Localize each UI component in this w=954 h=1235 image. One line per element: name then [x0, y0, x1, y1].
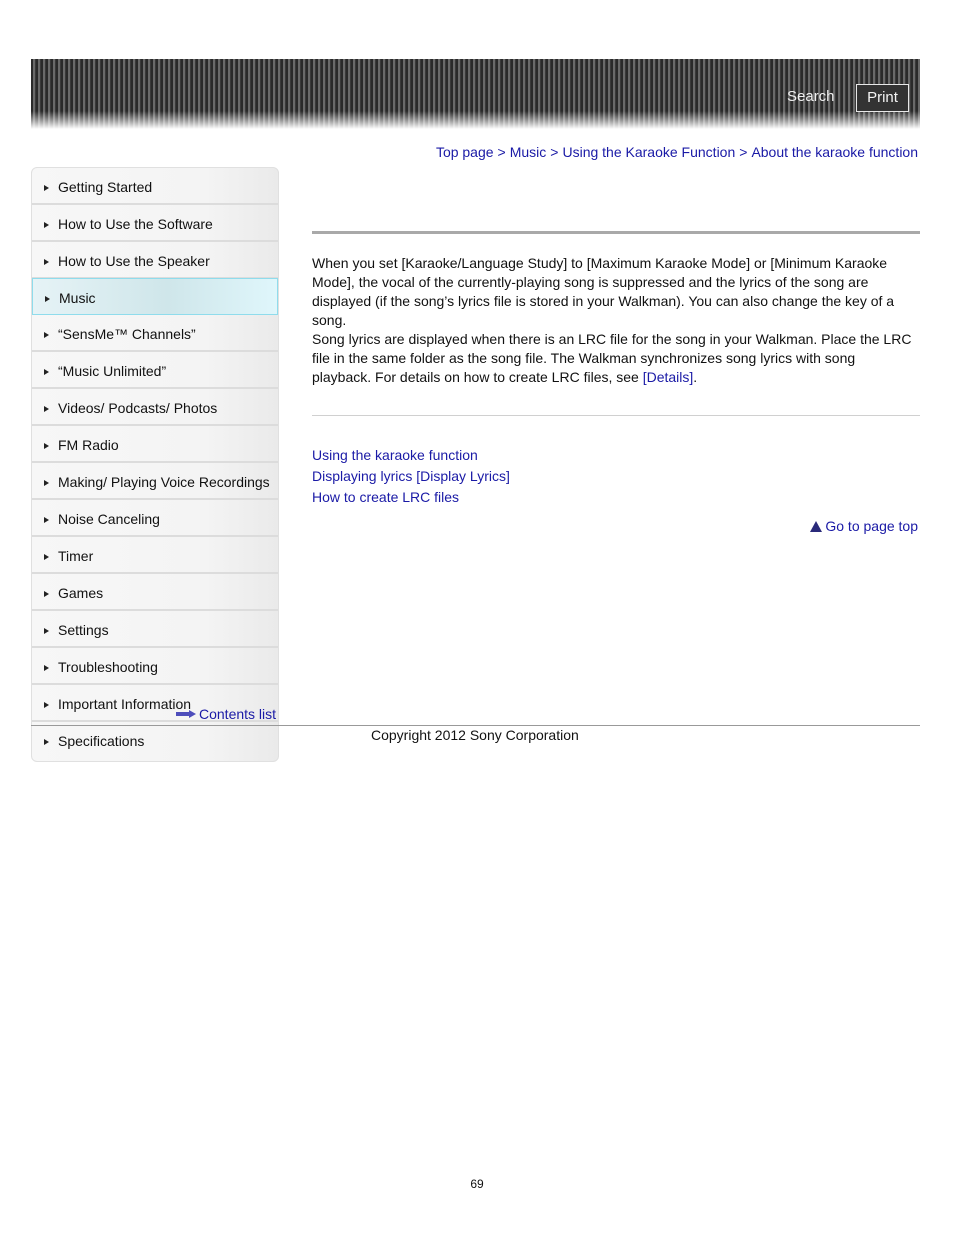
paragraph-lrc-end: .: [693, 369, 698, 385]
sidebar-item-timer[interactable]: Timer: [32, 537, 278, 574]
search-link[interactable]: Search: [787, 88, 835, 105]
print-button[interactable]: Print: [856, 84, 909, 112]
footer-divider: [31, 725, 920, 726]
contents-list-link[interactable]: Contents list: [176, 706, 276, 722]
page-number: 69: [470, 1177, 484, 1191]
sidebar-item-noise-canceling[interactable]: Noise Canceling: [32, 500, 278, 537]
go-to-page-top-link[interactable]: Go to page top: [810, 518, 918, 534]
details-link[interactable]: [Details]: [643, 369, 694, 385]
sidebar-item-how-to-use-speaker[interactable]: How to Use the Speaker: [32, 242, 278, 279]
triangle-up-icon: [810, 520, 823, 532]
sidebar-item-label: Getting Started: [58, 179, 153, 195]
sidebar-item-label: Noise Canceling: [58, 511, 160, 527]
sidebar-item-label: Important Information: [58, 696, 192, 712]
sidebar-item-specifications[interactable]: Specifications: [32, 722, 278, 761]
sidebar-item-sensme-channels[interactable]: “SensMe™ Channels”: [32, 315, 278, 352]
copyright-text: Copyright 2012 Sony Corporation: [371, 727, 579, 743]
breadcrumb-karaoke-function[interactable]: Using the Karaoke Function: [562, 144, 735, 160]
arrow-right-icon: [176, 710, 196, 718]
sidebar-item-label: How to Use the Software: [58, 216, 213, 232]
related-link-displaying-lyrics[interactable]: Displaying lyrics [Display Lyrics]: [312, 466, 510, 487]
arrow-right-icon: [44, 591, 49, 597]
related-links: Using the karaoke function Displaying ly…: [312, 445, 510, 508]
sidebar-item-label: Settings: [58, 622, 109, 638]
sidebar-item-label: Music: [59, 290, 96, 306]
arrow-right-icon: [44, 554, 49, 560]
arrow-right-icon: [44, 259, 49, 265]
sidebar-item-videos-podcasts-photos[interactable]: Videos/ Podcasts/ Photos: [32, 389, 278, 426]
arrow-right-icon: [44, 222, 49, 228]
go-to-page-top-label: Go to page top: [825, 518, 918, 534]
breadcrumb-separator: >: [550, 144, 559, 160]
sidebar-item-label: Specifications: [58, 733, 145, 749]
title-divider: [312, 231, 920, 234]
breadcrumb-current-page[interactable]: About the karaoke function: [751, 144, 918, 160]
sidebar-item-label: Games: [58, 585, 104, 601]
paragraph-lrc-text: Song lyrics are displayed when there is …: [312, 331, 912, 385]
sidebar-item-label: Troubleshooting: [58, 659, 158, 675]
arrow-right-icon: [44, 480, 49, 486]
arrow-right-icon: [44, 739, 49, 745]
breadcrumb: Top page > Music > Using the Karaoke Functio…: [436, 144, 918, 160]
sidebar-item-fm-radio[interactable]: FM Radio: [32, 426, 278, 463]
section-divider: [312, 415, 920, 416]
arrow-right-icon: [44, 702, 49, 708]
breadcrumb-separator: >: [739, 144, 748, 160]
sidebar-item-music-unlimited[interactable]: “Music Unlimited”: [32, 352, 278, 389]
sidebar-item-games[interactable]: Games: [32, 574, 278, 611]
sidebar-item-getting-started[interactable]: Getting Started: [32, 168, 278, 205]
arrow-right-icon: [44, 517, 49, 523]
header-banner: Search Print: [31, 59, 920, 129]
sidebar-item-label: Timer: [58, 548, 94, 564]
breadcrumb-separator: >: [497, 144, 506, 160]
article-body: When you set [Karaoke/Language Study] to…: [312, 254, 912, 387]
sidebar-item-label: FM Radio: [58, 437, 119, 453]
sidebar-item-label: How to Use the Speaker: [58, 253, 210, 269]
arrow-right-icon: [44, 665, 49, 671]
contents-list-label: Contents list: [199, 706, 277, 722]
sidebar-item-how-to-use-software[interactable]: How to Use the Software: [32, 205, 278, 242]
sidebar-item-troubleshooting[interactable]: Troubleshooting: [32, 648, 278, 685]
sidebar-item-label: Making/ Playing Voice Recordings: [58, 474, 270, 490]
breadcrumb-music[interactable]: Music: [510, 144, 547, 160]
breadcrumb-top-page[interactable]: Top page: [436, 144, 494, 160]
arrow-right-icon: [44, 628, 49, 634]
arrow-right-icon: [44, 443, 49, 449]
arrow-right-icon: [44, 185, 49, 191]
sidebar-nav: Getting Started How to Use the Software …: [31, 167, 279, 762]
sidebar-item-settings[interactable]: Settings: [32, 611, 278, 648]
sidebar-item-label: “SensMe™ Channels”: [58, 326, 196, 342]
related-link-create-lrc[interactable]: How to create LRC files: [312, 487, 510, 508]
arrow-right-icon: [44, 332, 49, 338]
sidebar-item-music[interactable]: Music: [32, 278, 278, 315]
sidebar-item-label: “Music Unlimited”: [58, 363, 167, 379]
sidebar-item-voice-recordings[interactable]: Making/ Playing Voice Recordings: [32, 463, 278, 500]
arrow-right-icon: [45, 296, 50, 302]
related-link-using-karaoke[interactable]: Using the karaoke function: [312, 445, 510, 466]
arrow-right-icon: [44, 369, 49, 375]
sidebar-item-label: Videos/ Podcasts/ Photos: [58, 400, 218, 416]
arrow-right-icon: [44, 406, 49, 412]
paragraph-intro: When you set [Karaoke/Language Study] to…: [312, 255, 895, 328]
paragraph-lrc: Song lyrics are displayed when there is …: [312, 330, 912, 387]
